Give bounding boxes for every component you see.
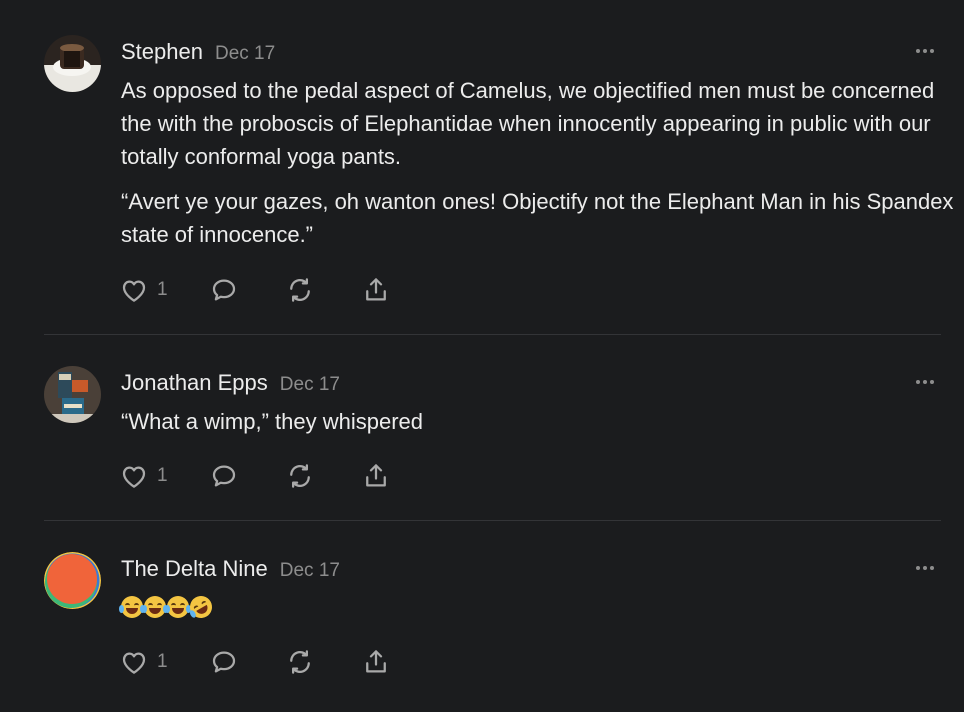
comment-paragraph: “Avert ye your gazes, oh wanton ones! Ob… xyxy=(121,189,954,247)
emoji-row xyxy=(119,590,956,623)
comment-date[interactable]: Dec 17 xyxy=(280,560,340,581)
reply-button[interactable] xyxy=(209,275,239,305)
comment-author[interactable]: Jonathan Epps Dec 17 xyxy=(121,370,340,396)
like-button[interactable]: 1 xyxy=(119,275,168,305)
comment-paragraph: As opposed to the pedal aspect of Camelu… xyxy=(121,78,935,169)
tears-of-joy-icon xyxy=(165,595,191,618)
restack-button[interactable] xyxy=(285,647,315,677)
author-name[interactable]: The Delta Nine xyxy=(121,556,268,581)
comment-paragraph: “What a wimp,” they whispered xyxy=(121,409,423,434)
share-icon xyxy=(366,464,386,487)
comment-date[interactable]: Dec 17 xyxy=(215,43,275,64)
comment-bubble-icon xyxy=(212,465,236,487)
tears-of-joy-icon xyxy=(142,595,168,618)
comment-author[interactable]: The Delta Nine Dec 17 xyxy=(121,556,340,582)
restack-icon xyxy=(290,464,310,488)
like-count: 1 xyxy=(157,279,168,300)
restack-button[interactable] xyxy=(285,275,315,305)
like-button[interactable]: 1 xyxy=(119,461,168,491)
more-dots-icon[interactable] xyxy=(913,563,937,573)
reply-button[interactable] xyxy=(209,461,239,491)
share-button[interactable] xyxy=(361,461,391,491)
heart-icon xyxy=(122,466,146,488)
avatar[interactable] xyxy=(44,35,101,92)
rolling-on-floor-laughing-icon xyxy=(185,591,217,622)
reply-button[interactable] xyxy=(209,647,239,677)
share-icon xyxy=(366,278,386,301)
divider xyxy=(44,334,941,335)
divider xyxy=(44,520,941,521)
heart-icon xyxy=(122,280,146,302)
author-name[interactable]: Jonathan Epps xyxy=(121,370,268,395)
share-icon xyxy=(366,650,386,673)
comment-date[interactable]: Dec 17 xyxy=(280,374,340,395)
comment-body: As opposed to the pedal aspect of Camelu… xyxy=(121,74,956,263)
more-dots-icon[interactable] xyxy=(913,46,937,56)
like-button[interactable]: 1 xyxy=(119,647,168,677)
share-button[interactable] xyxy=(361,275,391,305)
restack-button[interactable] xyxy=(285,461,315,491)
author-name[interactable]: Stephen xyxy=(121,39,203,64)
heart-icon xyxy=(122,652,146,674)
restack-icon xyxy=(290,278,310,302)
share-button[interactable] xyxy=(361,647,391,677)
comment-author[interactable]: Stephen Dec 17 xyxy=(121,39,275,65)
comment-bubble-icon xyxy=(212,651,236,673)
like-count: 1 xyxy=(157,465,168,486)
more-dots-icon[interactable] xyxy=(913,377,937,387)
comment-bubble-icon xyxy=(212,279,236,301)
restack-icon xyxy=(290,650,310,674)
like-count: 1 xyxy=(157,651,168,672)
comment-body xyxy=(119,590,956,623)
tears-of-joy-icon xyxy=(119,595,145,618)
avatar[interactable] xyxy=(44,552,101,609)
avatar[interactable] xyxy=(44,366,101,423)
comment-body: “What a wimp,” they whispered xyxy=(121,405,956,450)
